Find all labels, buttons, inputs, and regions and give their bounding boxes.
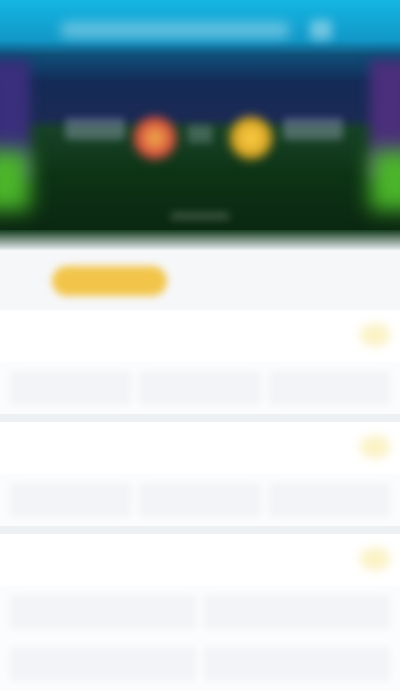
market-section-3 xyxy=(0,534,400,700)
section-title xyxy=(10,438,120,456)
section-title xyxy=(10,550,160,568)
home-team-name xyxy=(65,118,125,140)
section-title xyxy=(10,326,32,344)
banner-fade xyxy=(0,230,400,250)
odds-row xyxy=(0,362,400,414)
section-divider xyxy=(0,414,400,422)
match-banner xyxy=(0,0,400,250)
share-icon[interactable] xyxy=(310,20,332,40)
odds-button[interactable] xyxy=(10,371,132,405)
app-root xyxy=(0,0,400,700)
odds-button[interactable] xyxy=(10,647,196,681)
expand-icon[interactable] xyxy=(360,436,390,458)
section-header[interactable] xyxy=(0,534,400,586)
match-info xyxy=(170,212,230,220)
odds-button[interactable] xyxy=(204,595,390,629)
odds-button[interactable] xyxy=(204,647,390,681)
versus-label xyxy=(188,125,212,143)
expand-icon[interactable] xyxy=(360,324,390,346)
section-divider xyxy=(0,526,400,534)
pitch-edge-left xyxy=(0,150,30,210)
pitch-edge-right xyxy=(370,150,400,210)
odds-row xyxy=(0,638,400,690)
odds-button[interactable] xyxy=(268,371,390,405)
odds-button[interactable] xyxy=(10,483,132,517)
odds-row xyxy=(0,586,400,638)
header-title xyxy=(60,22,290,38)
odds-button[interactable] xyxy=(268,483,390,517)
away-team-logo-icon xyxy=(228,115,274,161)
odds-button[interactable] xyxy=(139,371,261,405)
market-section-2 xyxy=(0,422,400,526)
tab-3[interactable] xyxy=(285,266,325,296)
odds-row xyxy=(0,474,400,526)
away-team-name xyxy=(283,118,343,140)
home-team-logo-icon xyxy=(132,115,178,161)
section-header[interactable] xyxy=(0,310,400,362)
expand-icon[interactable] xyxy=(360,548,390,570)
odds-button[interactable] xyxy=(10,595,196,629)
tab-1[interactable] xyxy=(52,266,167,296)
section-header[interactable] xyxy=(0,422,400,474)
odds-button[interactable] xyxy=(139,483,261,517)
tab-2[interactable] xyxy=(200,266,250,296)
market-tabs xyxy=(0,250,400,310)
market-section-1 xyxy=(0,310,400,414)
